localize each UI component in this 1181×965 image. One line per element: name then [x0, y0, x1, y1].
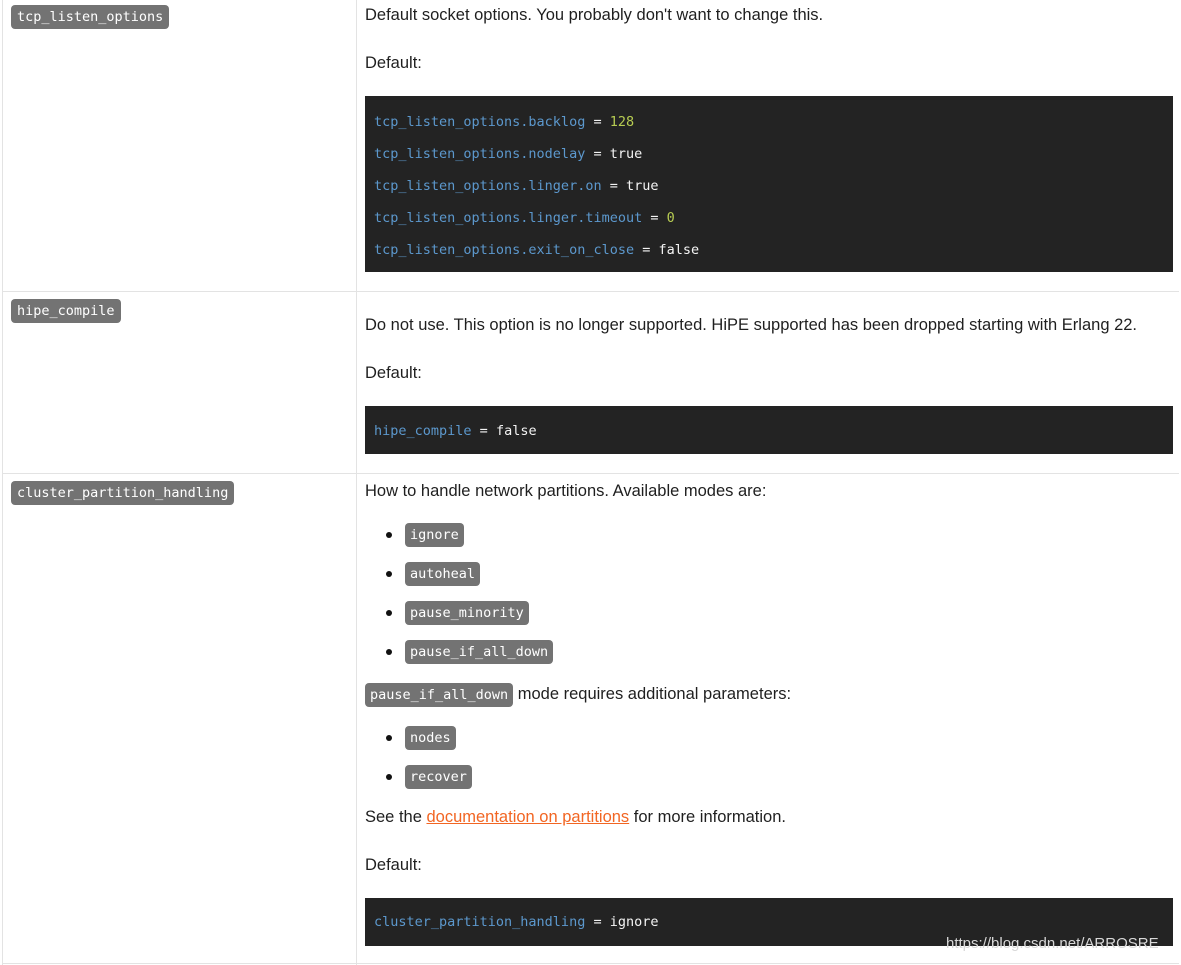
code-operator: =	[601, 178, 626, 194]
code-operator: =	[585, 146, 610, 162]
code-line: tcp_listen_options.nodelay = true	[374, 144, 642, 164]
code-key: cluster_partition_handling	[374, 914, 586, 930]
partitions-doc-link[interactable]: documentation on partitions	[426, 808, 629, 826]
see-also-text: See the documentation on partitions for …	[365, 807, 786, 827]
code-line: tcp_listen_options.linger.timeout = 0	[374, 208, 675, 228]
default-label: Default:	[365, 54, 422, 72]
option-key-cluster-partition-handling: cluster_partition_handling	[11, 481, 235, 505]
bullet	[386, 610, 392, 616]
default-label: Default:	[365, 856, 422, 874]
code-value: false	[658, 242, 700, 258]
code-operator: =	[634, 242, 659, 258]
code-value: false	[495, 423, 537, 439]
additional-params-label: mode requires additional parameters:	[513, 685, 792, 703]
additional-params-text: pause_if_all_down mode requires addition…	[365, 682, 791, 707]
code-line: hipe_compile = false	[374, 421, 537, 441]
option-description: Default socket options. You probably don…	[365, 6, 824, 24]
watermark: https://blog.csdn.net/ARROSRE	[946, 935, 1159, 952]
code-key: tcp_listen_options.exit_on_close	[374, 242, 635, 258]
code-block: hipe_compile = false	[365, 406, 1173, 454]
code-value: 0	[666, 210, 675, 226]
row-divider	[2, 963, 1179, 964]
bullet	[386, 735, 392, 741]
code-key: tcp_listen_options.linger.on	[374, 178, 602, 194]
see-also-suffix: for more information.	[629, 808, 786, 826]
code-block: tcp_listen_options.backlog = 128 tcp_lis…	[365, 96, 1173, 272]
code-operator: =	[585, 114, 610, 130]
mode-pause-minority: pause_minority	[405, 601, 529, 625]
mode-autoheal: autoheal	[405, 562, 481, 586]
column-divider	[356, 0, 357, 965]
table-left-border	[2, 0, 3, 965]
mode-pause-if-all-down: pause_if_all_down	[405, 640, 554, 664]
option-description: How to handle network partitions. Availa…	[365, 482, 767, 500]
see-also-prefix: See the	[365, 808, 427, 826]
code-value: 128	[609, 114, 635, 130]
row-divider	[2, 291, 1179, 292]
mode-pause-if-all-down-inline: pause_if_all_down	[365, 683, 514, 707]
bullet	[386, 774, 392, 780]
param-nodes: nodes	[405, 726, 456, 750]
options-table: tcp_listen_options Default socket option…	[2, 0, 1179, 965]
code-line: tcp_listen_options.linger.on = true	[374, 176, 658, 196]
code-operator: =	[642, 210, 667, 226]
option-key-tcp-listen-options: tcp_listen_options	[11, 5, 170, 29]
code-value: ignore	[609, 914, 659, 930]
code-line: tcp_listen_options.backlog = 128	[374, 112, 634, 132]
code-line: cluster_partition_handling = ignore	[374, 912, 659, 932]
mode-ignore: ignore	[405, 523, 464, 547]
option-description: Do not use. This option is no longer sup…	[365, 316, 1138, 334]
code-operator: =	[471, 423, 496, 439]
code-key: tcp_listen_options.nodelay	[374, 146, 586, 162]
code-value: true	[625, 178, 659, 194]
bullet	[386, 571, 392, 577]
code-value: true	[609, 146, 643, 162]
param-recover: recover	[405, 765, 472, 789]
code-key: tcp_listen_options.linger.timeout	[374, 210, 643, 226]
row-divider	[2, 473, 1179, 474]
bullet	[386, 649, 392, 655]
code-line: tcp_listen_options.exit_on_close = false	[374, 240, 699, 260]
code-operator: =	[585, 914, 610, 930]
bullet	[386, 532, 392, 538]
default-label: Default:	[365, 364, 422, 382]
option-key-hipe-compile: hipe_compile	[11, 299, 121, 323]
code-key: tcp_listen_options.backlog	[374, 114, 586, 130]
code-key: hipe_compile	[374, 423, 472, 439]
